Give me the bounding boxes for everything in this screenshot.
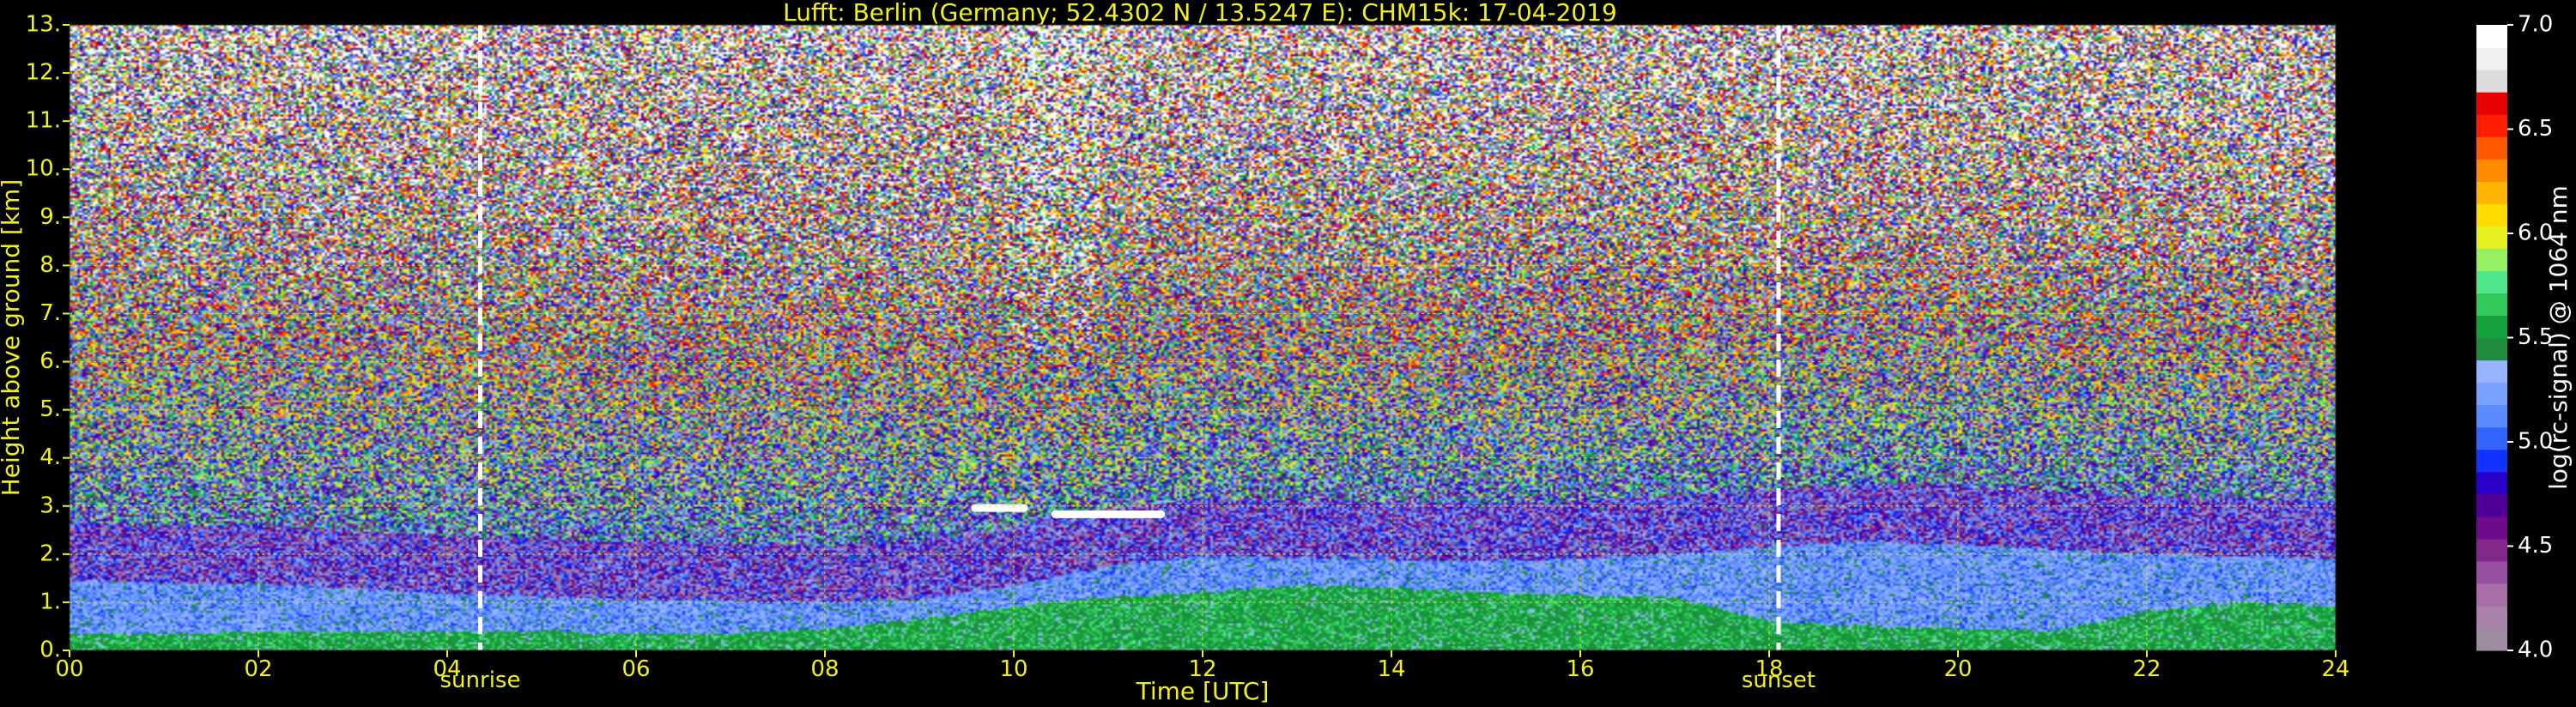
colorbar-segment: [2476, 493, 2507, 517]
x-tick-label: 14: [1377, 656, 1405, 682]
colorbar-segment: [2476, 226, 2507, 249]
colorbar-segment: [2476, 538, 2507, 562]
colorbar-segment: [2476, 25, 2507, 48]
colorbar-segment: [2476, 293, 2507, 317]
colorbar-segment: [2476, 270, 2507, 294]
y-axis-label: Height above ground [km]: [0, 179, 25, 497]
colorbar-segment: [2476, 382, 2507, 406]
colorbar-label: log(rc-signal) @ 1064 nm: [2544, 185, 2573, 490]
colorbar-segment: [2476, 605, 2507, 629]
colorbar-segment: [2476, 449, 2507, 473]
colorbar-segment: [2476, 92, 2507, 115]
colorbar-segment: [2476, 516, 2507, 540]
colorbar-segment: [2476, 560, 2507, 584]
y-tick-label: 1.: [39, 589, 61, 614]
y-tick-label: 13.: [26, 12, 61, 38]
colorbar-segment: [2476, 248, 2507, 271]
x-tick-label: 06: [621, 656, 650, 682]
colorbar: 4.04.55.05.56.06.57.0: [2476, 12, 2553, 663]
x-axis-label: Time [UTC]: [1136, 677, 1270, 705]
y-tick-label: 0.: [39, 638, 61, 663]
colorbar-tick-label: 6.5: [2518, 116, 2553, 142]
y-tick-label: 6.: [39, 348, 61, 374]
x-tick-label: 20: [1943, 656, 1972, 682]
colorbar-tick-label: 4.0: [2518, 638, 2553, 663]
colorbar-segment: [2476, 471, 2507, 495]
colorbar-tick-label: 4.5: [2518, 533, 2553, 559]
chart-title: Lufft: Berlin (Germany; 52.4302 N / 13.5…: [783, 0, 1617, 27]
x-tick-label: 04: [433, 656, 461, 682]
colorbar-segment: [2476, 203, 2507, 227]
y-tick-label: 8.: [39, 252, 61, 278]
colorbar-segment: [2476, 159, 2507, 182]
y-tick-label: 4.: [39, 444, 61, 470]
x-tick-label: 16: [1566, 656, 1594, 682]
x-tick-label: 24: [2321, 656, 2349, 682]
colorbar-segment: [2476, 404, 2507, 428]
x-tick-label: 08: [810, 656, 839, 682]
x-tick-label: 10: [999, 656, 1027, 682]
colorbar-segment: [2476, 181, 2507, 204]
x-tick-label: 22: [2132, 656, 2161, 682]
colorbar-segment: [2476, 136, 2507, 160]
y-tick-label: 9.: [39, 204, 61, 230]
cloud-layer-2: [1052, 510, 1165, 518]
y-tick-label: 3.: [39, 492, 61, 518]
cloud-layer-1: [971, 504, 1028, 512]
colorbar-segment: [2476, 47, 2507, 70]
colorbar-segment: [2476, 360, 2507, 384]
colorbar-segment: [2476, 337, 2507, 361]
colorbar-segment: [2476, 426, 2507, 450]
y-tick-label: 12.: [26, 60, 61, 86]
y-tick-label: 11.: [26, 108, 61, 134]
y-tick-label: 5.: [39, 396, 61, 422]
colorbar-segment: [2476, 627, 2507, 651]
y-tick-label: 10.: [26, 156, 61, 182]
ceilometer-chart: Lufft: Berlin (Germany; 52.4302 N / 13.5…: [0, 0, 2573, 705]
y-tick-label: 2.: [39, 541, 61, 566]
colorbar-segment: [2476, 315, 2507, 339]
colorbar-segment: [2476, 69, 2507, 93]
colorbar-tick-label: 7.0: [2518, 12, 2553, 38]
y-tick-label: 7.: [39, 300, 61, 326]
x-tick-label: 02: [244, 656, 272, 682]
colorbar-segment: [2476, 114, 2507, 137]
colorbar-segment: [2476, 583, 2507, 607]
x-tick-label: 18: [1755, 656, 1783, 682]
